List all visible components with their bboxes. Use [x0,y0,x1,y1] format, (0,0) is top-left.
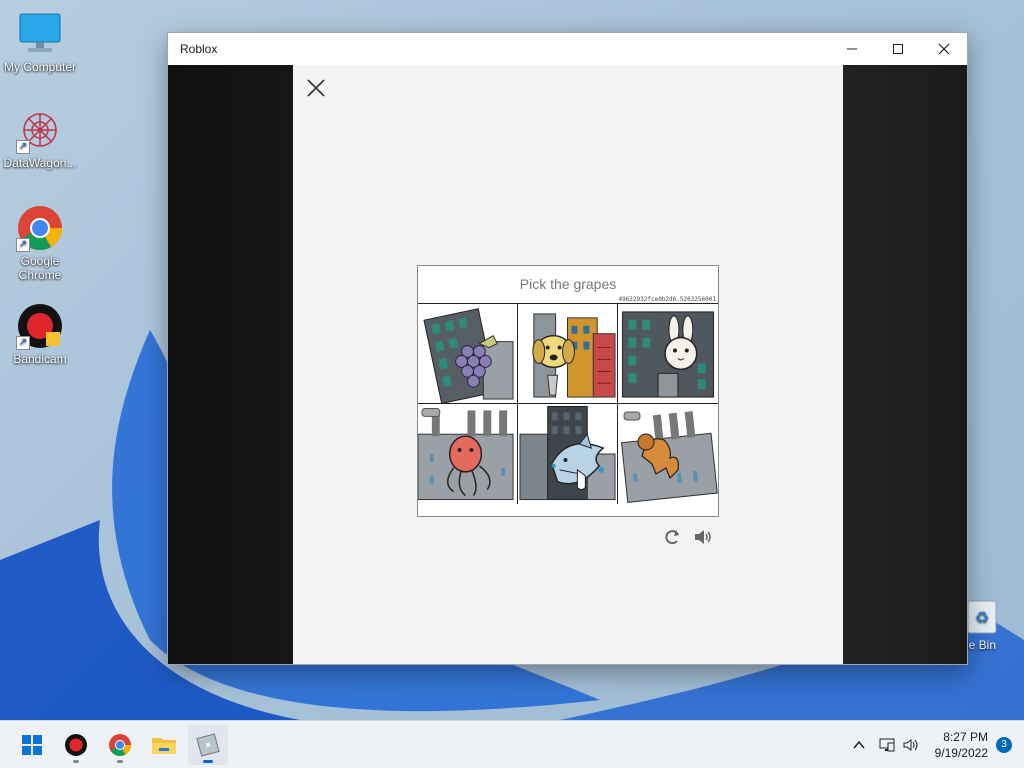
desktop-icon-label: DataWagon... [3,156,77,170]
close-icon [938,43,950,55]
volume-icon [903,739,918,751]
captcha-tools [663,527,713,547]
captcha-reload-button[interactable] [663,527,683,547]
start-button[interactable] [12,725,52,765]
tray-network-button[interactable] [875,733,899,757]
shortcut-arrow-icon: ↗ [16,336,30,350]
minimize-icon [847,48,857,50]
captcha-tile-shark[interactable] [518,404,618,504]
taskbar-chrome[interactable] [100,725,140,765]
captcha-tile-dog[interactable] [518,304,618,404]
chrome-icon: ↗ [16,204,64,252]
modal-close-button[interactable] [305,77,327,99]
taskbar-bandicam[interactable] [56,725,96,765]
roblox-window: Roblox Pick the grapes 49632932fce0b2d6.… [167,32,968,665]
captcha-panel: Pick the grapes 49632932fce0b2d6.5263256… [417,265,719,517]
start-icon [22,734,42,755]
grapes-icon [423,308,514,403]
file-explorer-icon [152,737,176,754]
taskbar-clock[interactable]: 8:27 PM 9/19/2022 [935,729,988,761]
desktop-icon-recycle-bin[interactable]: ♻ cle Bin [960,595,1024,652]
maximize-button[interactable] [875,33,921,65]
notification-badge[interactable]: 3 [996,737,1012,753]
monitor-icon [16,10,64,58]
running-indicator [117,759,123,763]
close-button[interactable] [921,33,967,65]
desktop-icon-label: Google Chrome [18,254,62,282]
captcha-modal: Pick the grapes 49632932fce0b2d6.5263256… [293,65,843,664]
shortcut-arrow-icon: ↗ [16,238,30,252]
rabbit-icon [621,311,715,398]
octopus-icon [418,407,514,501]
desktop-icon-bandicam[interactable]: ↗ Bandicam [0,302,80,366]
running-indicator [73,759,79,763]
window-title: Roblox [180,42,218,56]
active-indicator [203,759,213,763]
roblox-icon [196,732,220,757]
datawagon-icon: ↗ [16,106,64,154]
clock-date: 9/19/2022 [934,746,988,760]
recycle-bin-icon: ♻ [967,600,997,634]
bandicam-icon [65,733,87,756]
tray-volume-button[interactable] [899,733,923,757]
captcha-tile-lion[interactable] [618,404,718,504]
captcha-audio-button[interactable] [693,527,713,547]
bandicam-icon: ↗ [16,302,64,350]
shortcut-arrow-icon: ↗ [16,140,30,154]
desktop-icon-my-computer[interactable]: My Computer [0,10,80,74]
maximize-icon [893,44,903,54]
close-icon [307,79,325,97]
desktop-icon-datawagon[interactable]: ↗ DataWagon... [0,106,80,170]
desktop-icon-label: My Computer [3,60,77,74]
reload-icon [665,530,679,545]
roblox-background: Pick the grapes 49632932fce0b2d6.5263256… [168,65,967,664]
chrome-icon [109,733,131,756]
taskbar-roblox[interactable] [188,724,228,765]
desktop-icon-label: cle Bin [960,638,997,652]
desktop-icon-label: Bandicam [13,352,67,366]
captcha-grid [418,303,718,504]
captcha-tile-octopus[interactable] [418,404,518,504]
minimize-button[interactable] [829,33,875,65]
network-icon [879,738,895,752]
taskbar-file-explorer[interactable] [144,725,184,765]
captcha-tile-rabbit[interactable] [618,304,718,404]
speaker-icon [695,530,711,544]
shark-icon [519,405,616,501]
background-dim [168,65,293,664]
chevron-up-icon [853,740,865,749]
captcha-session-id: 49632932fce0b2d6.5263256001 [618,296,716,303]
clock-time: 8:27 PM [943,730,988,744]
tray-overflow-button[interactable] [847,733,871,757]
system-tray: 8:27 PM 9/19/2022 3 [847,721,1024,768]
window-titlebar[interactable]: Roblox [168,33,967,65]
dog-icon [532,313,616,398]
svg-text:♻: ♻ [975,610,989,627]
desktop-icon-chrome[interactable]: ↗ Google Chrome [0,204,80,282]
captcha-tile-grapes[interactable] [418,304,518,404]
taskbar: 8:27 PM 9/19/2022 3 [0,720,1024,768]
lion-icon [620,411,718,503]
